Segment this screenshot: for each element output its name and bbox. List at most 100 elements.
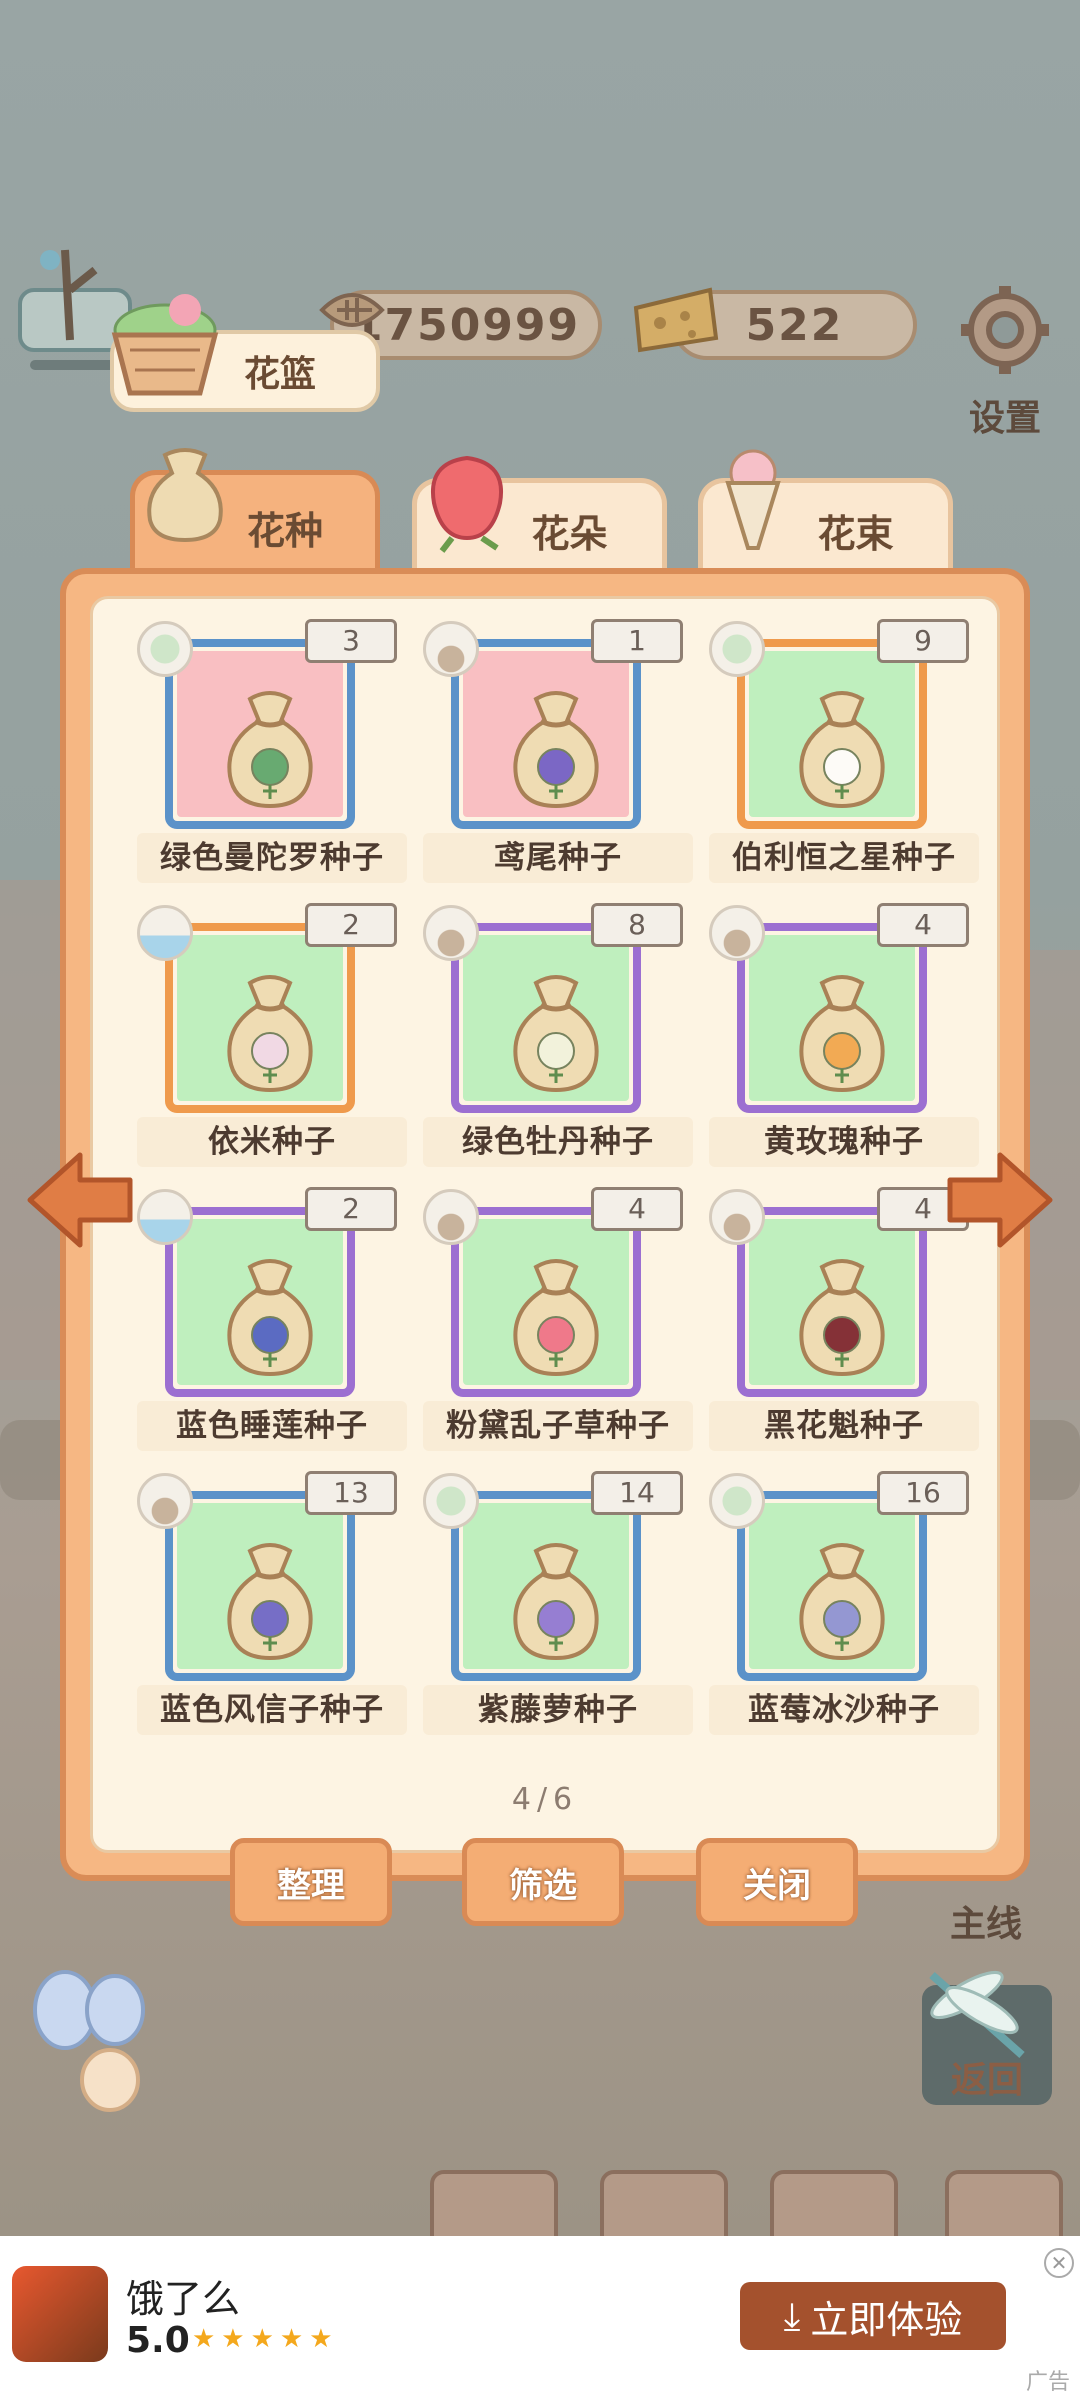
rose-icon — [431, 455, 503, 553]
cheese-currency-value: 522 — [745, 299, 844, 351]
seed-name: 蓝莓冰沙种子 — [709, 1685, 979, 1735]
settings-label: 设置 — [968, 398, 1041, 439]
soil-icon — [709, 905, 765, 961]
seed-card-frame — [165, 923, 355, 1113]
seed-item[interactable]: 2 蓝色睡莲种子 — [137, 1187, 407, 1459]
seed-name: 粉黛乱子草种子 — [423, 1401, 693, 1451]
seed-item[interactable]: 8 绿色牡丹种子 — [423, 903, 693, 1175]
seed-item[interactable]: 4 黄玫瑰种子 — [709, 903, 979, 1175]
seed-card-frame — [451, 639, 641, 829]
seed-item[interactable]: 9 伯利恒之星种子 — [709, 619, 979, 891]
seed-card-background — [177, 1503, 343, 1669]
mainline-label: 主线 — [950, 1904, 1023, 1945]
seed-item[interactable]: 3 绿色曼陀罗种子 — [137, 619, 407, 891]
seed-item[interactable]: 1 鸢尾种子 — [423, 619, 693, 891]
mainline-button[interactable]: 主线 — [950, 1895, 1022, 1947]
leaf-icon — [423, 1473, 479, 1529]
filter-button-label: 筛选 — [509, 1865, 577, 1906]
leaf-icon — [709, 1473, 765, 1529]
ad-cta-button[interactable]: ⤓ 立即体验 — [740, 2282, 1006, 2350]
leaf-icon — [709, 621, 765, 677]
seed-item[interactable]: 14 紫藤萝种子 — [423, 1471, 693, 1743]
seed-card-frame — [451, 1491, 641, 1681]
previous-page-arrow-icon[interactable] — [20, 1140, 140, 1260]
seed-card-background — [749, 935, 915, 1101]
seed-count: 9 — [877, 619, 969, 663]
seed-bag-icon — [799, 975, 885, 1093]
seed-card-frame — [451, 1207, 641, 1397]
seed-card-background — [463, 651, 629, 817]
seed-name: 伯利恒之星种子 — [709, 833, 979, 883]
sort-button[interactable]: 整理 — [230, 1838, 392, 1926]
seed-card-frame — [737, 639, 927, 829]
seed-bag-icon — [799, 1259, 885, 1377]
seed-name: 绿色曼陀罗种子 — [137, 833, 407, 883]
dock-item-2[interactable] — [600, 2170, 728, 2236]
seed-item[interactable]: 13 蓝色风信子种子 — [137, 1471, 407, 1743]
gear-icon — [961, 286, 1049, 374]
seed-card-background — [177, 651, 343, 817]
seed-card-frame — [737, 1207, 927, 1397]
soil-icon — [423, 621, 479, 677]
seed-name: 依米种子 — [137, 1117, 407, 1167]
filter-button[interactable]: 筛选 — [462, 1838, 624, 1926]
seed-name: 黄玫瑰种子 — [709, 1117, 979, 1167]
basket-label: 花篮 — [243, 354, 316, 395]
settings-button[interactable]: 设置 — [950, 280, 1060, 441]
seed-count: 14 — [591, 1471, 683, 1515]
dock-item-3[interactable] — [770, 2170, 898, 2236]
tab-bouquets[interactable]: 花束 — [698, 449, 953, 578]
seed-bag-icon — [513, 1259, 599, 1377]
seed-card-background — [177, 1219, 343, 1385]
tab-flowers[interactable]: 花朵 — [412, 455, 667, 578]
seed-card-background — [749, 651, 915, 817]
seed-item[interactable]: 4 黑花魁种子 — [709, 1187, 979, 1459]
back-button[interactable]: 返回 — [922, 1970, 1052, 2105]
dock-item-1[interactable] — [430, 2170, 558, 2236]
flower-basket-icon — [111, 294, 219, 396]
cheese-icon — [633, 287, 719, 353]
tab-bouquets-label: 花束 — [817, 512, 894, 556]
seed-card-background — [463, 1503, 629, 1669]
ad-banner[interactable]: 饿了么 5.0 ★★★★★ ⤓ 立即体验 ✕ 广告 — [0, 2236, 1080, 2400]
next-page-arrow-icon[interactable] — [940, 1140, 1060, 1260]
dock-item-4[interactable] — [945, 2170, 1063, 2236]
water-icon — [137, 905, 193, 961]
seed-card-frame — [165, 1491, 355, 1681]
page-indicator: 4/6 — [511, 1782, 579, 1817]
butterfly-icon — [33, 1970, 145, 2112]
seed-name: 蓝色睡莲种子 — [137, 1401, 407, 1451]
seed-bag-icon — [227, 975, 313, 1093]
seed-item[interactable]: 16 蓝莓冰沙种子 — [709, 1471, 979, 1743]
seed-name: 蓝色风信子种子 — [137, 1685, 407, 1735]
seed-bag-icon — [513, 1543, 599, 1661]
seed-name: 鸢尾种子 — [423, 833, 693, 883]
seed-card-background — [463, 1219, 629, 1385]
seed-item[interactable]: 4 粉黛乱子草种子 — [423, 1187, 693, 1459]
inventory-panel-inner: 3 绿色曼陀罗种子 1 鸢尾种子 9 伯利恒之星种子 2 依米种子 8 绿色牡丹种子 4 黄玫瑰种子 2… — [90, 596, 1000, 1853]
bouquet-icon — [725, 449, 781, 550]
seed-card-background — [177, 935, 343, 1101]
back-label: 返回 — [950, 2060, 1023, 2101]
tab-seeds[interactable]: 花种 — [130, 448, 380, 580]
ad-close-icon[interactable]: ✕ — [1044, 2248, 1074, 2278]
close-button-label: 关闭 — [743, 1865, 811, 1906]
ad-tag: 广告 — [1025, 2370, 1070, 2395]
seed-count: 13 — [305, 1471, 397, 1515]
seed-bag-icon — [227, 1259, 313, 1377]
ad-rating: 5.0 — [126, 2320, 190, 2361]
seed-name: 黑花魁种子 — [709, 1401, 979, 1451]
seed-count: 3 — [305, 619, 397, 663]
ad-app-thumbnail — [12, 2266, 108, 2362]
seed-card-background — [749, 1219, 915, 1385]
tab-seeds-label: 花种 — [246, 509, 323, 553]
seed-item[interactable]: 2 依米种子 — [137, 903, 407, 1175]
seed-card-frame — [451, 923, 641, 1113]
soil-icon — [423, 1189, 479, 1245]
seed-count: 16 — [877, 1471, 969, 1515]
seed-bag-icon — [513, 691, 599, 809]
seed-name: 绿色牡丹种子 — [423, 1117, 693, 1167]
close-button[interactable]: 关闭 — [696, 1838, 858, 1926]
seed-count: 1 — [591, 619, 683, 663]
seed-card-background — [749, 1503, 915, 1669]
